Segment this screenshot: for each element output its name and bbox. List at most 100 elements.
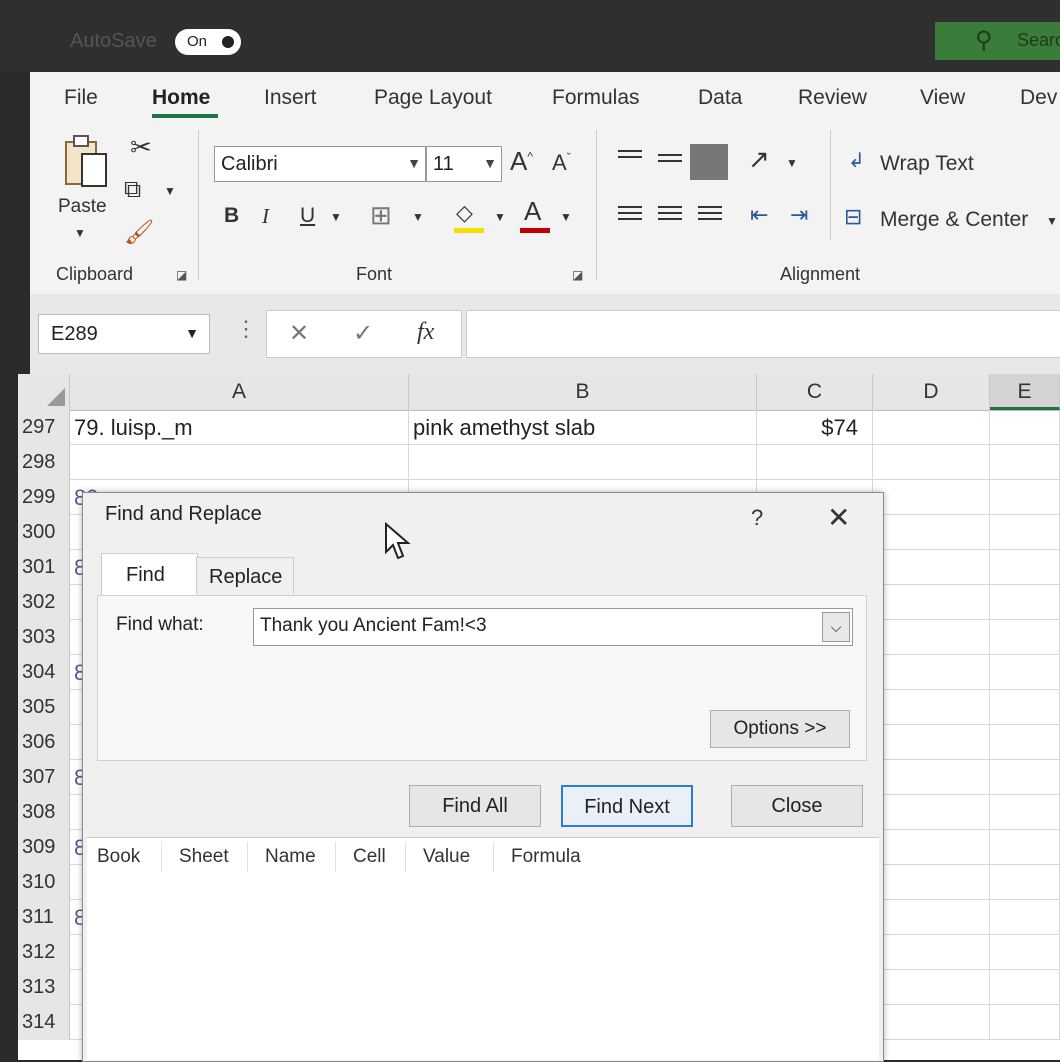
cell-e[interactable]: [990, 585, 1060, 620]
cell-e[interactable]: [990, 690, 1060, 725]
font-color-dropdown-icon[interactable]: ▼: [560, 210, 572, 224]
cell-e[interactable]: [990, 865, 1060, 900]
underline-button[interactable]: U: [300, 204, 315, 228]
formula-input[interactable]: [466, 310, 1060, 358]
cell-e[interactable]: [990, 935, 1060, 970]
cell-d[interactable]: [873, 760, 990, 795]
bottom-align-icon[interactable]: [690, 144, 728, 180]
row-header[interactable]: 314: [18, 1005, 70, 1040]
help-button[interactable]: ?: [751, 505, 763, 531]
insert-function-icon[interactable]: fx: [417, 319, 434, 346]
paste-dropdown-icon[interactable]: ▼: [74, 226, 86, 240]
cell-d[interactable]: [873, 865, 990, 900]
tab-developer[interactable]: Dev: [1020, 86, 1057, 110]
results-header-book[interactable]: Book: [97, 846, 140, 868]
copy-dropdown-icon[interactable]: ▼: [164, 184, 176, 198]
cell-d[interactable]: [873, 900, 990, 935]
font-launcher-icon[interactable]: ◪: [572, 268, 583, 282]
cell-a[interactable]: 79. luisp._m: [70, 410, 409, 445]
row-header[interactable]: 297: [18, 410, 70, 445]
borders-icon[interactable]: ⊞: [370, 200, 392, 231]
cancel-icon[interactable]: ✕: [289, 319, 309, 348]
options-button[interactable]: Options >>: [710, 710, 850, 748]
row-header[interactable]: 309: [18, 830, 70, 865]
row-header[interactable]: 300: [18, 515, 70, 550]
copy-icon[interactable]: ⧉: [124, 176, 141, 204]
top-align-icon[interactable]: [618, 150, 642, 170]
results-header-value[interactable]: Value: [423, 846, 470, 868]
cell-b[interactable]: pink amethyst slab: [409, 410, 757, 445]
close-icon[interactable]: ✕: [827, 501, 850, 534]
cell-e[interactable]: [990, 480, 1060, 515]
cell-d[interactable]: [873, 690, 990, 725]
row-header[interactable]: 301: [18, 550, 70, 585]
cell-d[interactable]: [873, 935, 990, 970]
italic-button[interactable]: I: [262, 204, 269, 229]
column-header-c[interactable]: C: [757, 374, 873, 410]
middle-align-icon[interactable]: [658, 154, 682, 174]
clipboard-launcher-icon[interactable]: ◪: [176, 268, 187, 282]
merge-dropdown-icon[interactable]: ▼: [1046, 214, 1058, 228]
cell-e[interactable]: [990, 445, 1060, 480]
row-header[interactable]: 304: [18, 655, 70, 690]
cell-e[interactable]: [990, 550, 1060, 585]
underline-dropdown-icon[interactable]: ▼: [330, 210, 342, 224]
fill-color-icon[interactable]: ◇: [456, 200, 473, 226]
increase-indent-icon[interactable]: ⇥: [790, 202, 808, 228]
cell-d[interactable]: [873, 1005, 990, 1040]
tab-page-layout[interactable]: Page Layout: [374, 86, 492, 110]
align-right-icon[interactable]: [698, 206, 722, 226]
cell-e[interactable]: [990, 830, 1060, 865]
drag-handle-icon[interactable]: ⋮: [235, 316, 257, 342]
row-header[interactable]: 312: [18, 935, 70, 970]
cell-e[interactable]: [990, 795, 1060, 830]
cell-d[interactable]: [873, 970, 990, 1005]
borders-dropdown-icon[interactable]: ▼: [412, 210, 424, 224]
find-all-button[interactable]: Find All: [409, 785, 541, 827]
row-header[interactable]: 311: [18, 900, 70, 935]
results-header-formula[interactable]: Formula: [511, 846, 581, 868]
bold-button[interactable]: B: [224, 204, 239, 228]
results-header-cell[interactable]: Cell: [353, 846, 386, 868]
tab-data[interactable]: Data: [698, 86, 742, 110]
row-header[interactable]: 303: [18, 620, 70, 655]
results-header-name[interactable]: Name: [265, 846, 316, 868]
find-what-input[interactable]: Thank you Ancient Fam!<3 ⌵: [253, 608, 853, 646]
decrease-indent-icon[interactable]: ⇤: [750, 202, 768, 228]
close-button[interactable]: Close: [731, 785, 863, 827]
cell-e[interactable]: [990, 725, 1060, 760]
cell-e[interactable]: [990, 410, 1060, 445]
paste-button[interactable]: [62, 134, 110, 192]
cell-e[interactable]: [990, 900, 1060, 935]
cell-d[interactable]: [873, 620, 990, 655]
cell-e[interactable]: [990, 655, 1060, 690]
cell-d[interactable]: [873, 445, 990, 480]
align-left-icon[interactable]: [618, 206, 642, 226]
cell-a[interactable]: [70, 445, 409, 480]
tab-replace[interactable]: Replace: [196, 557, 294, 594]
cell-d[interactable]: [873, 480, 990, 515]
select-all-button[interactable]: [18, 374, 70, 410]
cell-d[interactable]: [873, 830, 990, 865]
row-header[interactable]: 299: [18, 480, 70, 515]
cell-e[interactable]: [990, 515, 1060, 550]
find-next-button[interactable]: Find Next: [561, 785, 693, 827]
name-box[interactable]: E289 ▼: [38, 314, 210, 354]
cell-d[interactable]: [873, 725, 990, 760]
wrap-text-button[interactable]: Wrap Text: [880, 152, 974, 176]
cell-d[interactable]: [873, 655, 990, 690]
cell-e[interactable]: [990, 620, 1060, 655]
grow-font-button[interactable]: A^: [510, 146, 533, 177]
results-header-sheet[interactable]: Sheet: [179, 846, 229, 868]
cell-d[interactable]: [873, 795, 990, 830]
cell-e[interactable]: [990, 1005, 1060, 1040]
merge-center-button[interactable]: Merge & Center: [880, 208, 1028, 232]
row-header[interactable]: 310: [18, 865, 70, 900]
align-center-icon[interactable]: [658, 206, 682, 226]
shrink-font-button[interactable]: Aˇ: [552, 150, 571, 176]
tab-file[interactable]: File: [64, 86, 98, 110]
cut-icon[interactable]: ✂: [130, 132, 152, 163]
row-header[interactable]: 298: [18, 445, 70, 480]
fill-color-dropdown-icon[interactable]: ▼: [494, 210, 506, 224]
row-header[interactable]: 305: [18, 690, 70, 725]
